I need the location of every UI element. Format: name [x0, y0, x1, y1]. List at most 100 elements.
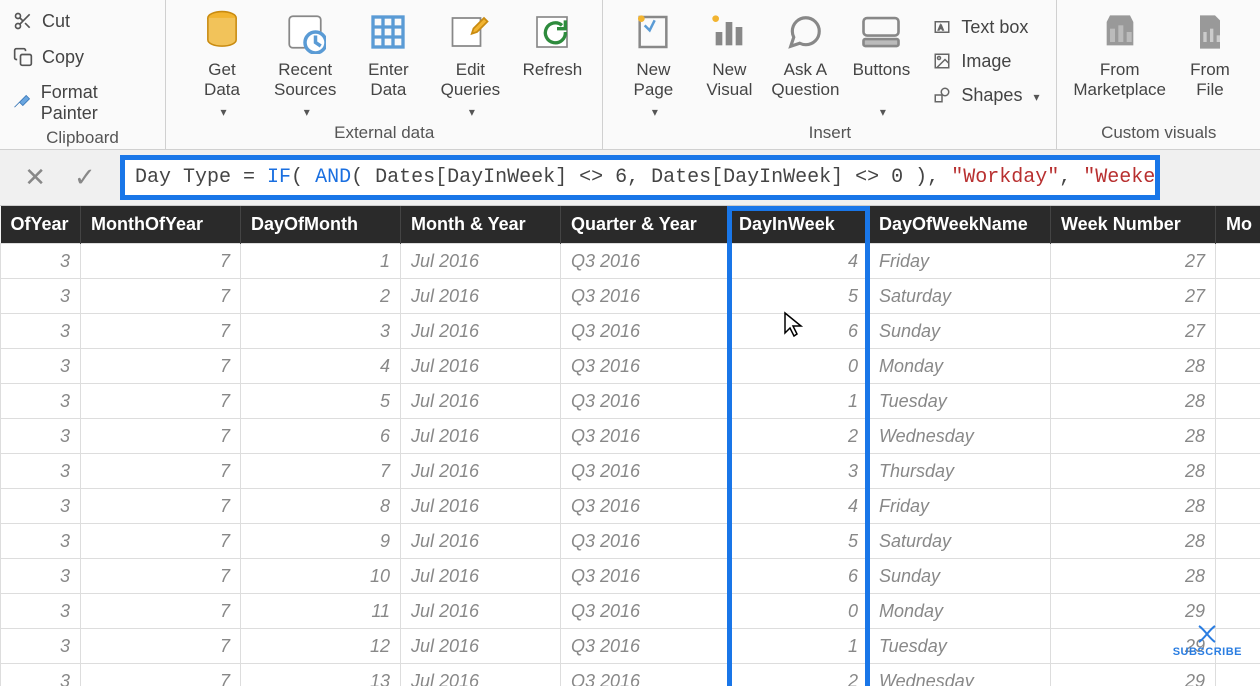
get-data-button[interactable]: Get Data — [192, 8, 252, 121]
table-cell[interactable]: Jul 2016 — [401, 384, 561, 419]
formula-cancel-button[interactable]: ✕ — [24, 162, 46, 193]
table-cell[interactable]: 7 — [241, 454, 401, 489]
table-cell[interactable] — [1216, 419, 1260, 454]
formula-commit-button[interactable]: ✓ — [74, 162, 96, 193]
table-cell[interactable] — [1216, 349, 1260, 384]
table-cell[interactable]: 5 — [729, 279, 869, 314]
table-cell[interactable]: Q3 2016 — [561, 244, 729, 279]
table-cell[interactable]: 28 — [1051, 419, 1216, 454]
table-cell[interactable]: Tuesday — [869, 629, 1051, 664]
col-header[interactable]: Quarter & Year — [561, 206, 729, 244]
new-page-button[interactable]: New Page — [623, 8, 683, 121]
table-cell[interactable] — [1216, 559, 1260, 594]
table-cell[interactable]: 7 — [81, 664, 241, 686]
table-cell[interactable]: Monday — [869, 594, 1051, 629]
table-row[interactable]: 375Jul 2016Q3 20161Tuesday28 — [1, 384, 1260, 419]
table-cell[interactable]: 3 — [1, 524, 81, 559]
col-header[interactable]: OfYear — [1, 206, 81, 244]
table-row[interactable]: 3712Jul 2016Q3 20161Tuesday29 — [1, 629, 1260, 664]
table-cell[interactable]: 27 — [1051, 314, 1216, 349]
table-row[interactable]: 377Jul 2016Q3 20163Thursday28 — [1, 454, 1260, 489]
table-cell[interactable]: Q3 2016 — [561, 664, 729, 686]
table-cell[interactable]: Q3 2016 — [561, 349, 729, 384]
table-cell[interactable]: Q3 2016 — [561, 559, 729, 594]
table-cell[interactable]: Sunday — [869, 559, 1051, 594]
from-marketplace-button[interactable]: From Marketplace — [1073, 8, 1166, 101]
table-cell[interactable]: Q3 2016 — [561, 629, 729, 664]
table-cell[interactable]: Jul 2016 — [401, 664, 561, 686]
table-row[interactable]: 3713Jul 2016Q3 20162Wednesday29 — [1, 664, 1260, 686]
table-cell[interactable] — [1216, 489, 1260, 524]
table-cell[interactable]: 29 — [1051, 664, 1216, 686]
table-cell[interactable]: 2 — [241, 279, 401, 314]
table-cell[interactable]: Jul 2016 — [401, 629, 561, 664]
table-cell[interactable]: 3 — [1, 629, 81, 664]
table-cell[interactable]: 1 — [729, 384, 869, 419]
table-cell[interactable]: 5 — [241, 384, 401, 419]
table-cell[interactable]: 3 — [1, 279, 81, 314]
table-cell[interactable]: 6 — [729, 559, 869, 594]
col-header[interactable]: Week Number — [1051, 206, 1216, 244]
table-cell[interactable]: 7 — [81, 629, 241, 664]
table-cell[interactable]: Friday — [869, 244, 1051, 279]
subscribe-badge[interactable]: SUBSCRIBE — [1173, 622, 1242, 658]
table-cell[interactable]: 28 — [1051, 489, 1216, 524]
table-cell[interactable]: Q3 2016 — [561, 419, 729, 454]
table-row[interactable]: 3711Jul 2016Q3 20160Monday29 — [1, 594, 1260, 629]
table-cell[interactable]: Jul 2016 — [401, 244, 561, 279]
table-cell[interactable]: 28 — [1051, 454, 1216, 489]
table-cell[interactable]: 11 — [241, 594, 401, 629]
table-cell[interactable]: Jul 2016 — [401, 489, 561, 524]
table-cell[interactable]: Q3 2016 — [561, 454, 729, 489]
table-row[interactable]: 378Jul 2016Q3 20164Friday28 — [1, 489, 1260, 524]
table-cell[interactable]: Q3 2016 — [561, 279, 729, 314]
table-cell[interactable]: 6 — [729, 314, 869, 349]
table-cell[interactable]: 7 — [81, 454, 241, 489]
edit-queries-button[interactable]: Edit Queries — [440, 8, 500, 121]
table-cell[interactable]: 6 — [241, 419, 401, 454]
image-button[interactable]: Image — [927, 48, 1043, 74]
table-cell[interactable]: 28 — [1051, 384, 1216, 419]
table-cell[interactable]: Wednesday — [869, 419, 1051, 454]
table-cell[interactable]: 3 — [1, 419, 81, 454]
table-row[interactable]: 374Jul 2016Q3 20160Monday28 — [1, 349, 1260, 384]
col-header[interactable]: MonthOfYear — [81, 206, 241, 244]
table-cell[interactable]: 7 — [81, 489, 241, 524]
formula-input[interactable]: Day Type = IF( AND( Dates[DayInWeek] <> … — [120, 155, 1160, 200]
table-row[interactable]: 373Jul 2016Q3 20166Sunday27 — [1, 314, 1260, 349]
new-visual-button[interactable]: New Visual — [699, 8, 759, 101]
table-cell[interactable]: 0 — [729, 349, 869, 384]
refresh-button[interactable]: Refresh — [522, 8, 582, 80]
table-cell[interactable]: Jul 2016 — [401, 559, 561, 594]
data-grid[interactable]: OfYear MonthOfYear DayOfMonth Month & Ye… — [0, 206, 1260, 686]
table-cell[interactable]: 27 — [1051, 244, 1216, 279]
table-cell[interactable]: 12 — [241, 629, 401, 664]
table-cell[interactable]: 3 — [1, 244, 81, 279]
table-cell[interactable]: 3 — [729, 454, 869, 489]
table-cell[interactable]: 2 — [729, 419, 869, 454]
table-cell[interactable]: Jul 2016 — [401, 419, 561, 454]
table-cell[interactable]: 3 — [1, 489, 81, 524]
table-cell[interactable] — [1216, 314, 1260, 349]
col-header[interactable]: DayOfWeekName — [869, 206, 1051, 244]
table-cell[interactable]: Wednesday — [869, 664, 1051, 686]
table-cell[interactable]: 7 — [81, 349, 241, 384]
col-header[interactable]: Mo — [1216, 206, 1260, 244]
table-cell[interactable]: 28 — [1051, 559, 1216, 594]
table-row[interactable]: 372Jul 2016Q3 20165Saturday27 — [1, 279, 1260, 314]
table-cell[interactable]: 28 — [1051, 524, 1216, 559]
ask-question-button[interactable]: Ask A Question — [775, 8, 835, 101]
table-cell[interactable]: 7 — [81, 314, 241, 349]
table-cell[interactable]: 3 — [1, 349, 81, 384]
table-cell[interactable]: 3 — [1, 454, 81, 489]
cut-button[interactable]: Cut — [8, 8, 157, 34]
table-cell[interactable]: 10 — [241, 559, 401, 594]
table-cell[interactable]: 28 — [1051, 349, 1216, 384]
table-row[interactable]: 371Jul 2016Q3 20164Friday27 — [1, 244, 1260, 279]
table-cell[interactable]: 7 — [81, 279, 241, 314]
table-cell[interactable]: Jul 2016 — [401, 349, 561, 384]
table-cell[interactable]: 3 — [241, 314, 401, 349]
table-row[interactable]: 376Jul 2016Q3 20162Wednesday28 — [1, 419, 1260, 454]
table-cell[interactable]: Jul 2016 — [401, 524, 561, 559]
table-cell[interactable]: 9 — [241, 524, 401, 559]
